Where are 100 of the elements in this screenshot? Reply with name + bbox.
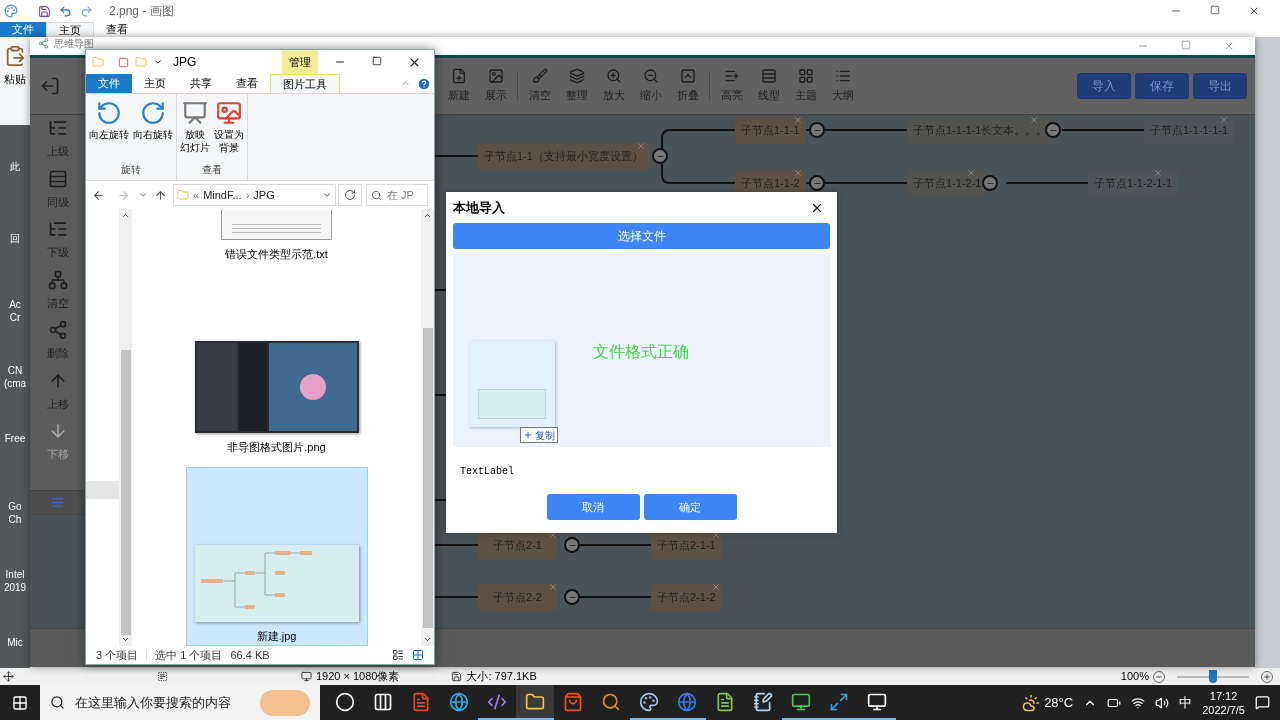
browser-icon[interactable] <box>449 691 469 712</box>
ribbon-tab[interactable]: 查看 <box>94 22 140 37</box>
refresh-button[interactable] <box>338 184 362 206</box>
paste-label[interactable]: 粘贴 <box>4 71 26 88</box>
collapse-toggle[interactable] <box>809 175 825 191</box>
restore-icon[interactable] <box>1210 5 1220 15</box>
choose-file-button[interactable]: 选择文件 <box>453 223 830 249</box>
taskbar-search-field[interactable]: 在这里输入你要搜索的内容 <box>40 685 320 720</box>
ribbon-tab[interactable]: 共享 <box>178 74 224 93</box>
globe-icon[interactable] <box>677 691 697 712</box>
maximize-icon[interactable] <box>372 55 382 66</box>
toolbar-button[interactable]: 线型 <box>750 68 787 104</box>
properties-icon[interactable] <box>118 56 129 68</box>
breadcrumb-item[interactable]: MindF... <box>203 186 242 204</box>
exit-icon[interactable] <box>40 76 60 96</box>
task-view-icon[interactable] <box>373 691 393 712</box>
breadcrumb-overflow[interactable]: « <box>193 186 200 204</box>
desktop-icon-label[interactable]: Cr <box>9 311 21 324</box>
folder-icon[interactable] <box>525 691 545 712</box>
toolbar-button[interactable]: 放大 <box>595 68 632 104</box>
toolbar-button[interactable]: 折叠 <box>669 68 706 104</box>
notepad-icon[interactable] <box>753 691 773 712</box>
desktop-icon-label[interactable]: 此 <box>10 160 20 173</box>
volume-icon[interactable] <box>1155 695 1170 710</box>
undo-icon[interactable] <box>59 4 72 18</box>
file-item[interactable]: 非导图格式图片.png <box>185 339 368 458</box>
close-icon[interactable] <box>1248 5 1260 17</box>
zoom-slider-thumb[interactable] <box>1209 669 1217 683</box>
desktop-icon-label[interactable]: Go <box>8 500 22 513</box>
weather-icon[interactable] <box>1022 693 1041 712</box>
wifi-icon[interactable] <box>1131 695 1146 710</box>
large-icons-view-icon[interactable] <box>412 649 424 661</box>
collapse-toggle[interactable] <box>652 148 668 164</box>
search-icon[interactable] <box>601 691 621 712</box>
collapse-toggle[interactable] <box>809 122 825 138</box>
context-tab[interactable]: 管理 <box>282 50 319 74</box>
ribbon-command[interactable]: 向右旋转 <box>132 100 174 162</box>
scroll-down-icon[interactable] <box>121 635 130 644</box>
recent-locations-icon[interactable] <box>138 190 148 200</box>
desktop-icon-label[interactable]: Intel <box>5 568 25 581</box>
desktop-icon-label[interactable]: (cma <box>3 377 27 390</box>
document-icon[interactable] <box>715 691 735 712</box>
store-bag-icon[interactable] <box>563 691 583 712</box>
scroll-up-icon[interactable] <box>121 211 130 220</box>
ribbon-tab[interactable]: 查看 <box>224 74 270 93</box>
circle-icon[interactable] <box>335 691 355 712</box>
address-bar[interactable]: « MindF... › JPG <box>173 184 336 206</box>
back-icon[interactable] <box>92 188 105 202</box>
ribbon-tab[interactable]: 图片工具 <box>270 74 340 93</box>
ribbon-tab[interactable]: 主页 <box>132 74 178 93</box>
input-method[interactable]: 中 <box>1179 692 1193 713</box>
collapse-toggle[interactable] <box>564 537 580 553</box>
save-icon[interactable] <box>38 4 51 18</box>
scroll-down-icon[interactable] <box>423 635 432 644</box>
search-field[interactable]: 在 JP <box>366 184 428 206</box>
action-button[interactable]: 导入 <box>1077 73 1131 99</box>
scrollbar[interactable] <box>119 209 132 646</box>
monitor-icon[interactable] <box>791 691 811 712</box>
dropdown-icon[interactable] <box>322 190 332 200</box>
temperature[interactable]: 28°C <box>1044 692 1074 713</box>
toolbar-button[interactable]: 清空 <box>521 68 558 104</box>
desktop-icon-label[interactable]: Free <box>4 432 26 445</box>
monitor-icon[interactable] <box>867 691 887 712</box>
notification-icon[interactable] <box>1255 695 1270 710</box>
scroll-up-icon[interactable] <box>423 211 432 220</box>
expand-icon[interactable] <box>829 691 849 712</box>
toolbar-button[interactable]: 新建 <box>440 68 477 104</box>
toolbar-button[interactable]: 大纲 <box>824 68 861 104</box>
ribbon-tab[interactable]: 文件 <box>0 22 46 37</box>
file-item[interactable]: 错误文件类型示范.txt <box>185 209 368 266</box>
ribbon-tab[interactable]: 文件 <box>86 74 132 93</box>
ribbon-tab[interactable]: 主页 <box>46 22 94 37</box>
desktop-icon-label[interactable]: 回 <box>10 232 20 245</box>
desktop-icon-label[interactable]: 2019 <box>3 581 27 594</box>
desktop-icon-label[interactable]: Ac <box>9 298 21 311</box>
dropdown-icon[interactable] <box>153 57 163 67</box>
paste-icon[interactable] <box>4 45 26 67</box>
clock[interactable]: 17:12 2022/7/5 <box>1202 688 1245 717</box>
action-button[interactable]: 导出 <box>1193 73 1247 99</box>
ribbon-command[interactable]: 向左旋转 <box>88 100 130 162</box>
taskbar-button[interactable] <box>516 685 554 720</box>
help-icon[interactable] <box>417 76 431 91</box>
zoom-slider[interactable] <box>1177 669 1249 684</box>
desktop-icon-label[interactable]: CN <box>7 364 23 377</box>
collapse-toggle[interactable] <box>982 175 998 191</box>
desktop-icon-label[interactable]: Mic <box>7 636 23 649</box>
ribbon-command[interactable]: 放映 幻灯片 <box>179 100 211 162</box>
up-icon[interactable] <box>154 188 167 202</box>
file-item[interactable]: 新建.jpg <box>185 467 368 646</box>
collapse-toggle[interactable] <box>564 589 580 605</box>
action-button[interactable]: 保存 <box>1135 73 1189 99</box>
scrollbar[interactable] <box>421 209 434 646</box>
breadcrumb-item[interactable]: JPG <box>253 186 275 204</box>
ribbon-command[interactable]: 设置为 背景 <box>213 100 245 162</box>
collapse-toggle[interactable] <box>1045 122 1061 138</box>
palette-icon[interactable] <box>639 691 659 712</box>
desktop-icon-label[interactable]: Ch <box>8 513 22 526</box>
dialog-button[interactable]: 确定 <box>643 494 737 520</box>
details-view-icon[interactable] <box>392 649 404 661</box>
breadcrumb-separator[interactable]: › <box>245 186 250 204</box>
